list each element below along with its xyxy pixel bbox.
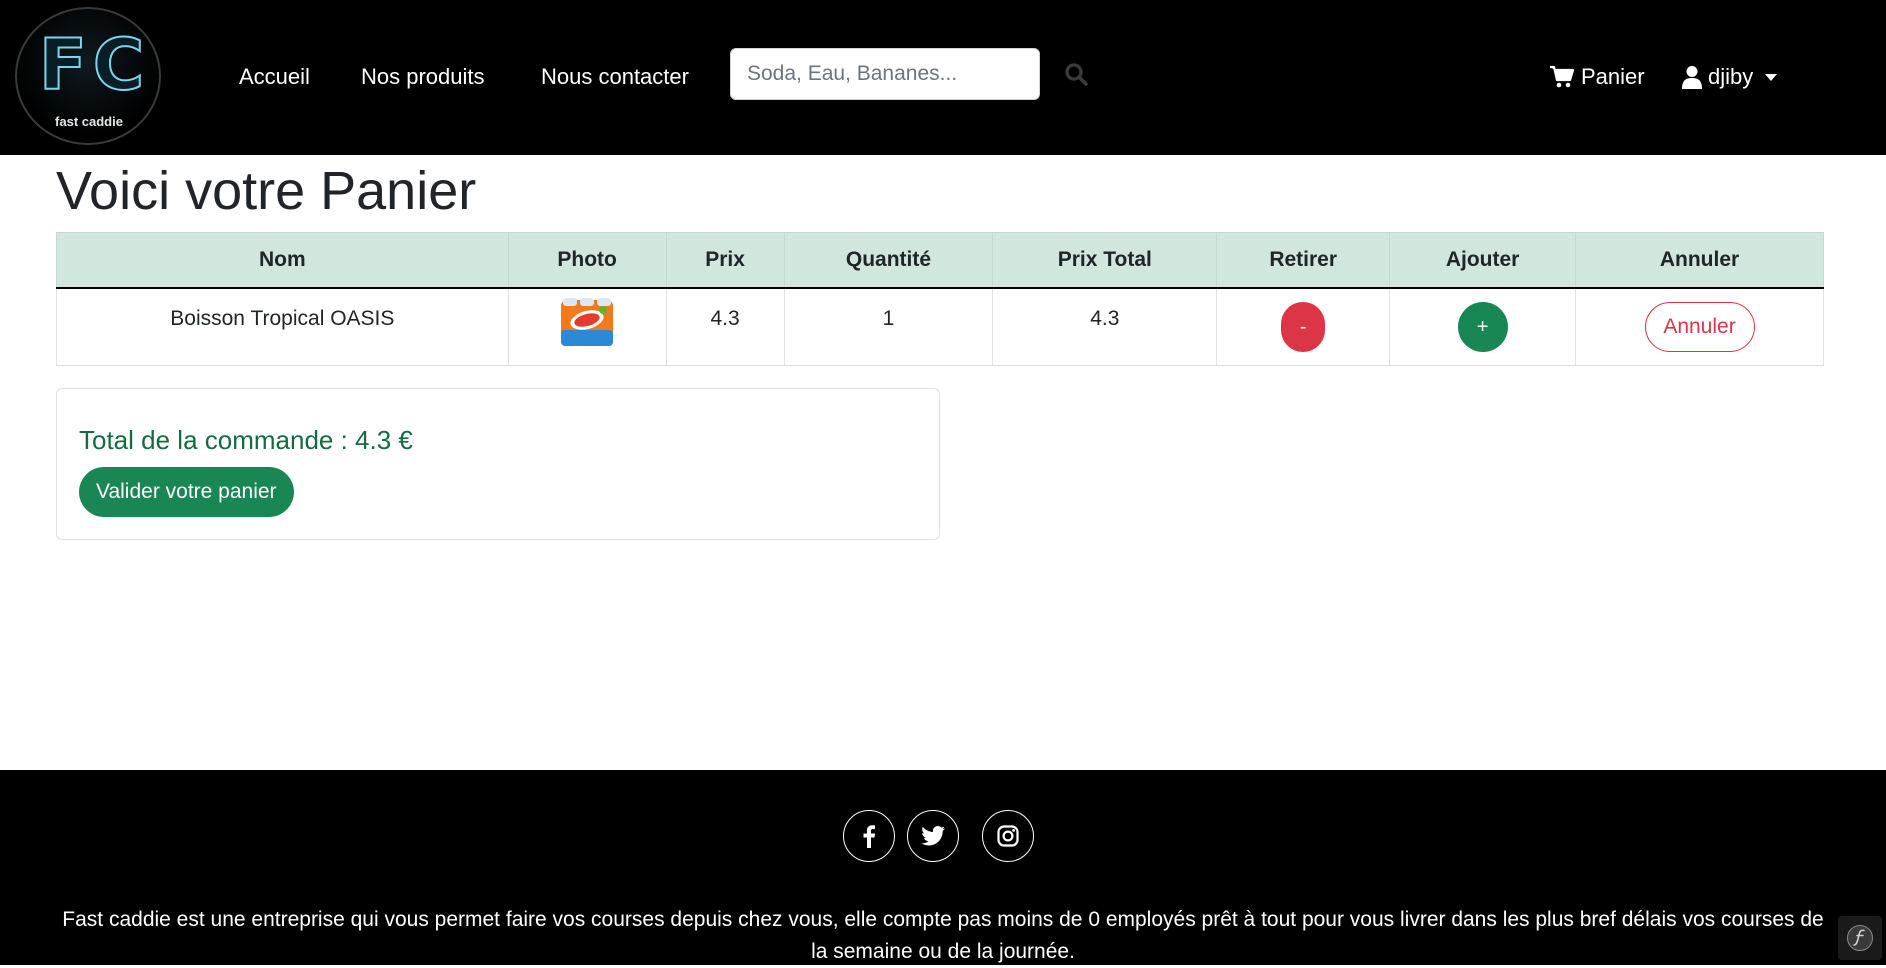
nav-link-nous-contacter[interactable]: Nous contacter bbox=[541, 64, 689, 90]
footer: Fast caddie est une entreprise qui vous … bbox=[0, 770, 1886, 965]
cancel-cell: Annuler bbox=[1575, 287, 1824, 366]
top-navbar: FC fast caddie Accueil Nos produits Nous… bbox=[0, 0, 1886, 155]
table-header-row: Nom Photo Prix Quantité Prix Total Retir… bbox=[56, 232, 1824, 289]
column-header-quantite: Quantité bbox=[783, 232, 994, 289]
cancel-item-button[interactable]: Annuler bbox=[1644, 301, 1755, 352]
column-header-annuler: Annuler bbox=[1575, 232, 1824, 289]
cart-table: Nom Photo Prix Quantité Prix Total Retir… bbox=[56, 232, 1824, 366]
product-name: Boisson Tropical OASIS bbox=[56, 287, 509, 366]
order-summary-card: Total de la commande : 4.3 € Valider vot… bbox=[56, 388, 940, 540]
add-cell: + bbox=[1389, 287, 1577, 366]
user-menu-toggle[interactable]: djiby bbox=[1682, 64, 1778, 90]
instagram-icon bbox=[997, 825, 1019, 847]
symfony-debug-toolbar-toggle[interactable] bbox=[1838, 916, 1882, 960]
search-icon bbox=[1065, 63, 1088, 86]
product-photo-cell bbox=[507, 287, 667, 366]
column-header-retirer: Retirer bbox=[1216, 232, 1391, 289]
table-row: Boisson Tropical OASIS 4.3 1 4.3 - + Ann… bbox=[56, 287, 1824, 366]
brand-logo[interactable]: FC fast caddie bbox=[15, 7, 161, 145]
user-name: djiby bbox=[1708, 64, 1754, 89]
order-total: Total de la commande : 4.3 € bbox=[79, 425, 413, 455]
column-header-prix-total: Prix Total bbox=[992, 232, 1218, 289]
page-title: Voici votre Panier bbox=[56, 161, 477, 221]
product-total: 4.3 bbox=[992, 287, 1218, 366]
product-price: 4.3 bbox=[665, 287, 785, 366]
product-quantity: 1 bbox=[783, 287, 994, 366]
search-input[interactable] bbox=[730, 48, 1040, 100]
cart-link[interactable]: Panier bbox=[1549, 64, 1645, 90]
column-header-nom: Nom bbox=[56, 232, 509, 289]
remove-cell: - bbox=[1216, 287, 1391, 366]
logo-subtitle: fast caddie bbox=[55, 114, 123, 129]
nav-link-accueil[interactable]: Accueil bbox=[239, 64, 310, 90]
product-image bbox=[561, 297, 614, 346]
facebook-icon bbox=[863, 825, 875, 848]
user-icon bbox=[1682, 66, 1702, 89]
search-button[interactable] bbox=[1064, 62, 1090, 88]
symfony-icon bbox=[1847, 925, 1873, 951]
validate-cart-button[interactable]: Valider votre panier bbox=[79, 467, 294, 517]
facebook-link[interactable] bbox=[843, 810, 895, 862]
add-quantity-button[interactable]: + bbox=[1457, 301, 1508, 352]
column-header-photo: Photo bbox=[507, 232, 667, 289]
shopping-cart-icon bbox=[1550, 65, 1575, 88]
twitter-icon bbox=[921, 826, 945, 846]
nav-link-nos-produits[interactable]: Nos produits bbox=[361, 64, 485, 90]
cart-label: Panier bbox=[1581, 64, 1645, 89]
logo-letters: FC bbox=[38, 24, 151, 106]
column-header-ajouter: Ajouter bbox=[1389, 232, 1577, 289]
chevron-down-icon bbox=[1765, 73, 1778, 81]
footer-description: Fast caddie est une entreprise qui vous … bbox=[62, 908, 1824, 963]
remove-quantity-button[interactable]: - bbox=[1281, 301, 1326, 352]
instagram-link[interactable] bbox=[982, 810, 1034, 862]
twitter-link[interactable] bbox=[907, 810, 959, 862]
column-header-prix: Prix bbox=[665, 232, 785, 289]
